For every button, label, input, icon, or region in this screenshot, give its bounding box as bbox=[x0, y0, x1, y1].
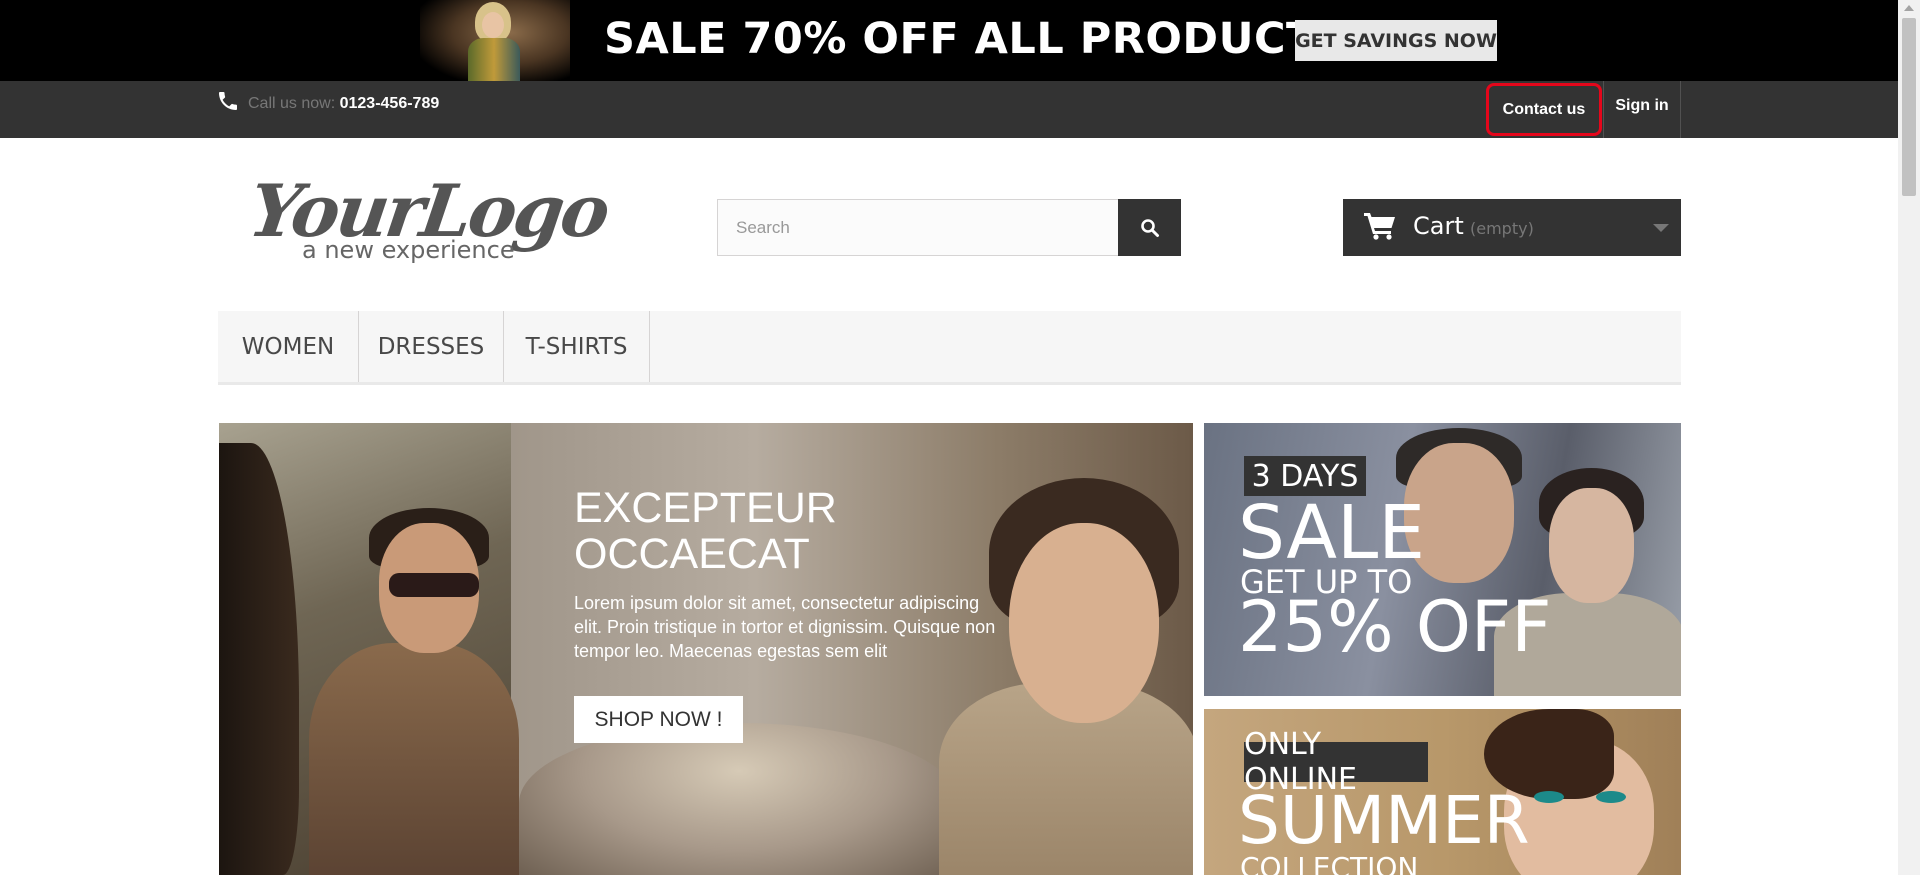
call-label: Call us now: bbox=[248, 95, 336, 112]
promo-model-image bbox=[420, 0, 570, 81]
caret-down-icon bbox=[1653, 224, 1669, 232]
banner-headline: SALE bbox=[1238, 490, 1425, 576]
search-icon bbox=[1140, 218, 1159, 237]
scroll-up-icon[interactable] bbox=[1904, 5, 1914, 11]
sign-in-link[interactable]: Sign in bbox=[1604, 81, 1680, 138]
page-scrollbar[interactable] bbox=[1898, 0, 1920, 875]
shop-now-button[interactable]: SHOP NOW ! bbox=[574, 696, 743, 743]
menu-item-women[interactable]: WOMEN bbox=[218, 311, 359, 382]
slide-title: EXCEPTEUR OCCAECAT bbox=[574, 484, 837, 578]
site-logo[interactable]: YourLogo a new experience bbox=[244, 168, 612, 268]
cart-label: Cart bbox=[1413, 212, 1464, 240]
homepage-slider[interactable]: EXCEPTEUR OCCAECAT Lorem ipsum dolor sit… bbox=[219, 423, 1193, 875]
promo-banner[interactable]: SALE 70% OFF ALL PRODUCTS GET SAVINGS NO… bbox=[0, 0, 1898, 81]
slider-left-panel bbox=[219, 423, 519, 875]
summer-collection-banner[interactable]: ONLY ONLINE SUMMER COLLECTION bbox=[1204, 709, 1681, 875]
scroll-thumb[interactable] bbox=[1902, 18, 1916, 196]
menu-item-t-shirts[interactable]: T-SHIRTS bbox=[504, 311, 650, 382]
menu-item-dresses[interactable]: DRESSES bbox=[359, 311, 504, 382]
cart-status: (empty) bbox=[1470, 219, 1534, 238]
search-input[interactable] bbox=[717, 199, 1119, 256]
banner-offer: 25% OFF bbox=[1238, 586, 1552, 668]
sale-banner[interactable]: 3 DAYS SALE GET UP TO 25% OFF bbox=[1204, 423, 1681, 696]
get-savings-button[interactable]: GET SAVINGS NOW bbox=[1295, 20, 1497, 61]
phone-number: 0123-456-789 bbox=[339, 95, 440, 112]
slide-description: Lorem ipsum dolor sit amet, consectetur … bbox=[574, 593, 996, 661]
search-button[interactable] bbox=[1118, 199, 1181, 256]
cart-dropdown[interactable]: Cart (empty) bbox=[1343, 199, 1681, 256]
logo-tagline: a new experience bbox=[302, 236, 515, 264]
nav-divider bbox=[1680, 81, 1681, 138]
phone-icon bbox=[219, 92, 237, 110]
banner-headline: SUMMER bbox=[1238, 782, 1530, 859]
banner-tag: ONLY ONLINE bbox=[1244, 727, 1428, 797]
promo-headline: SALE 70% OFF ALL PRODUCTS bbox=[604, 14, 1348, 64]
contact-us-link[interactable]: Contact us bbox=[1486, 83, 1602, 136]
main-menu: WOMEN DRESSES T-SHIRTS bbox=[218, 311, 1681, 385]
call-us-text: Call us now: 0123-456-789 bbox=[248, 95, 439, 113]
top-nav-bar: Call us now: 0123-456-789 Contact us Sig… bbox=[0, 81, 1898, 138]
banner-subline: COLLECTION bbox=[1240, 851, 1419, 875]
flowers-image bbox=[519, 723, 959, 875]
cart-icon bbox=[1364, 213, 1395, 240]
